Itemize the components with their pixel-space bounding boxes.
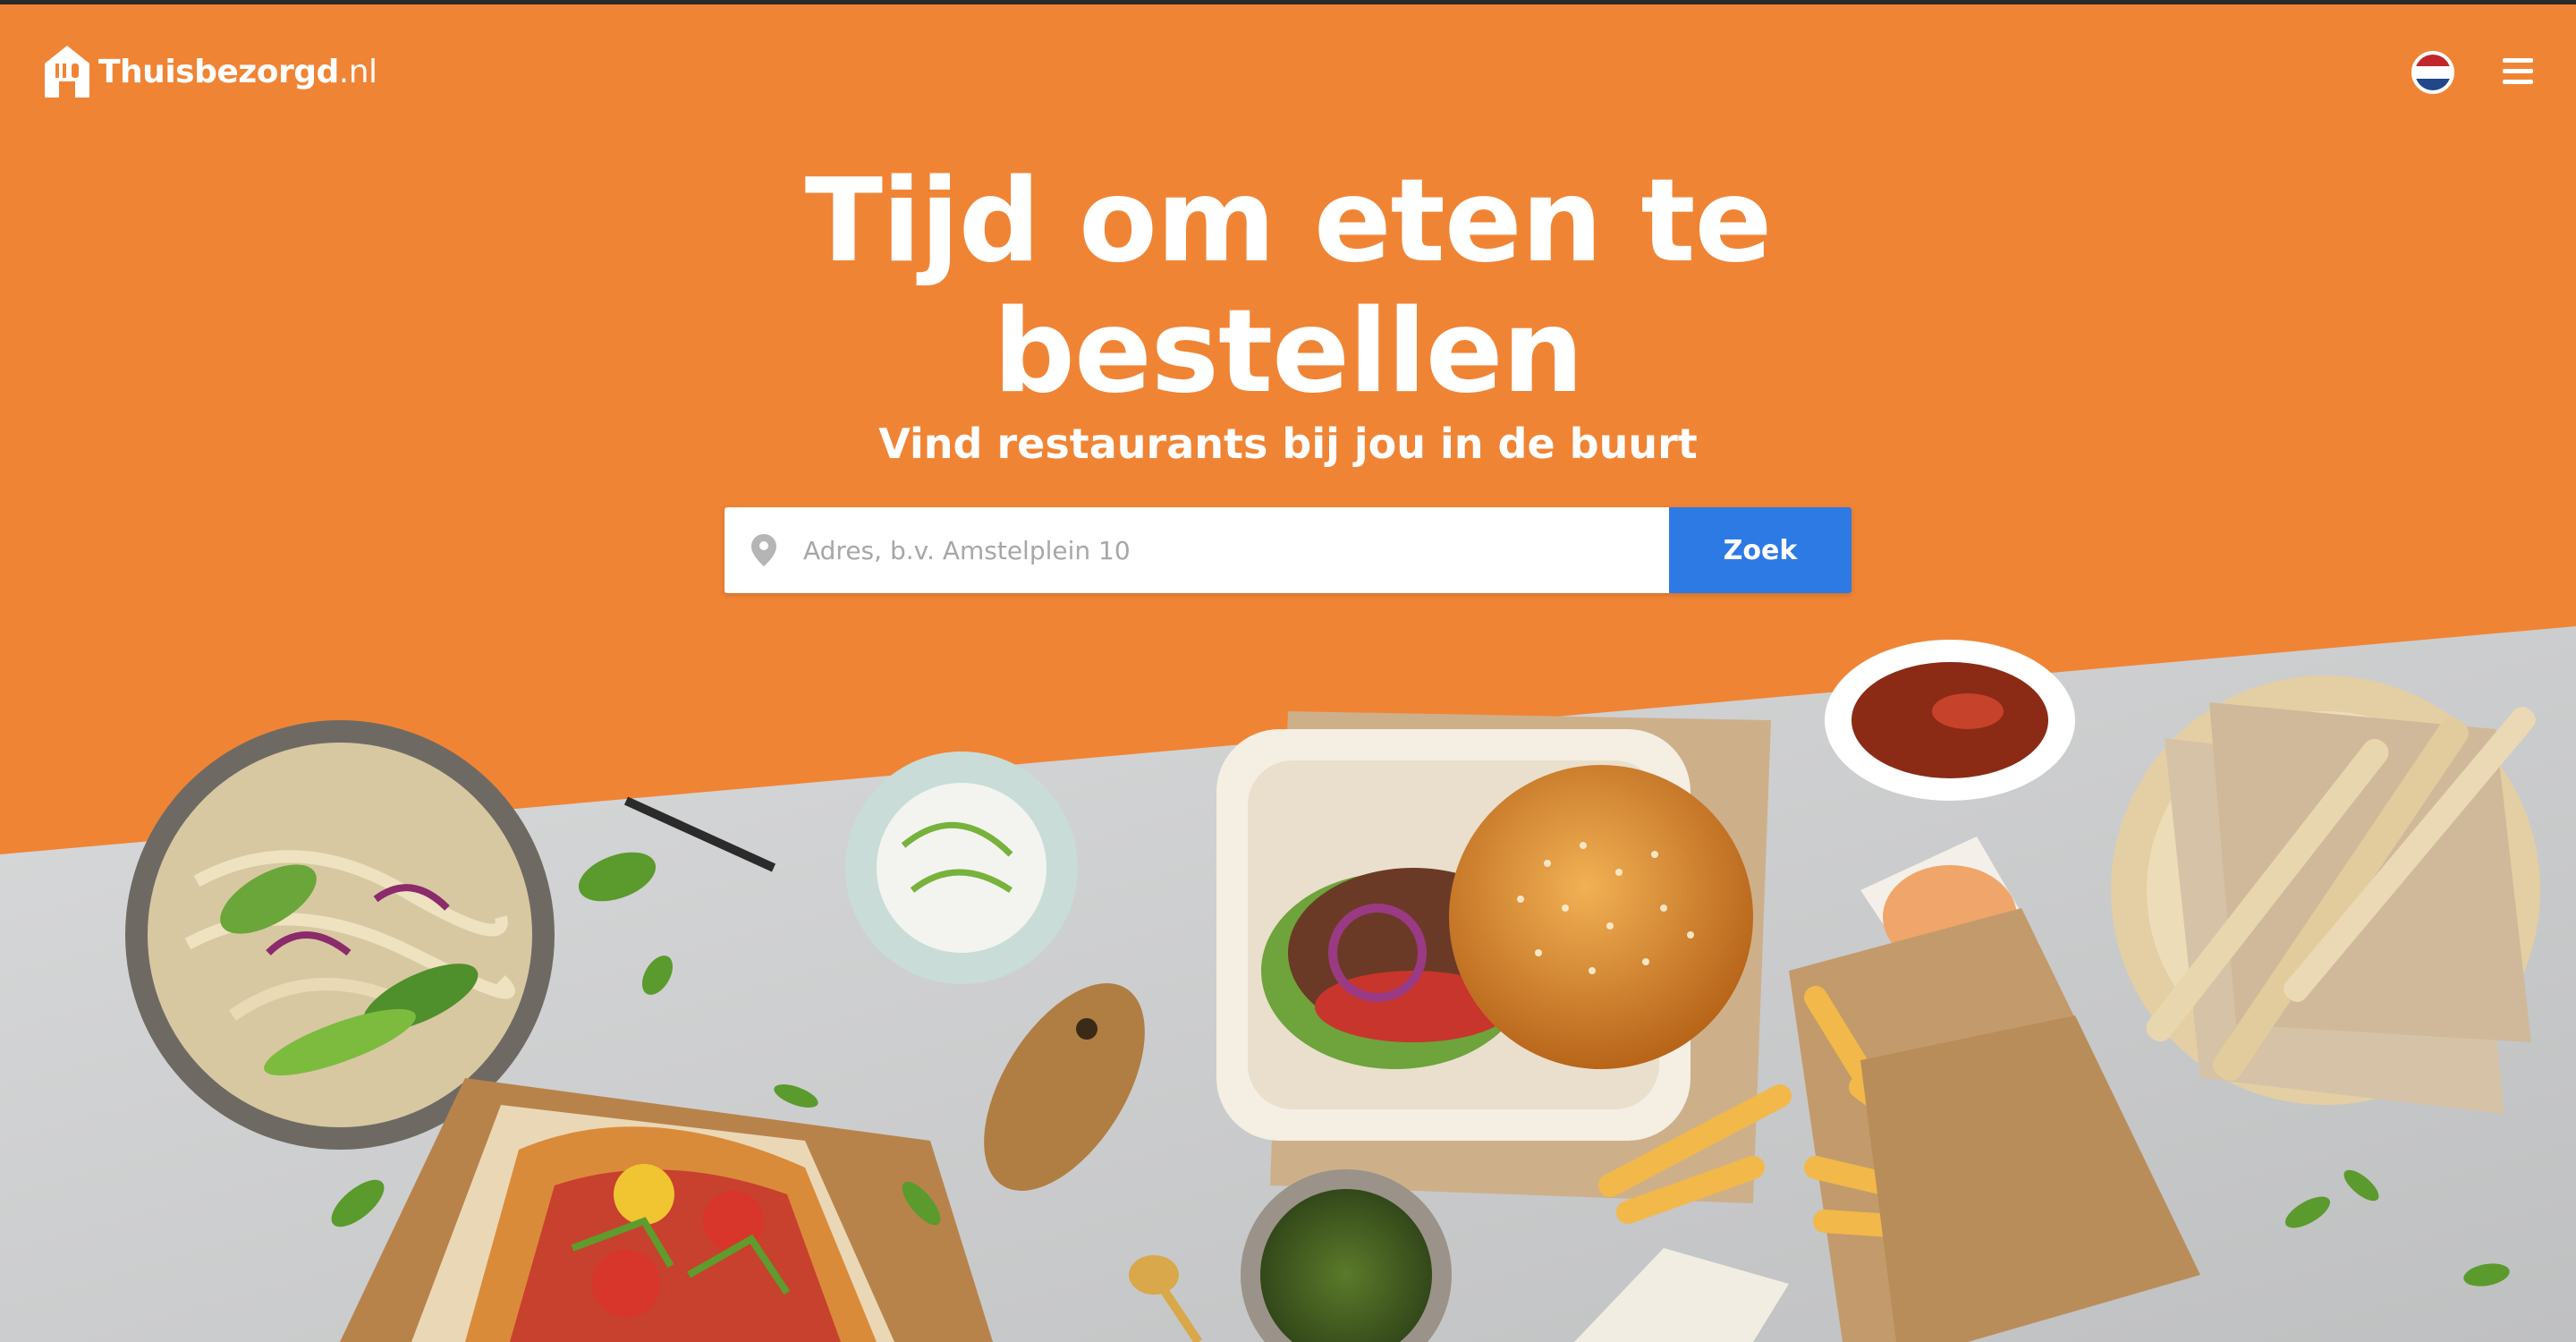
brand-logo[interactable]: Thuisbezorgd.nl bbox=[43, 44, 377, 99]
address-search-form: Zoek bbox=[724, 507, 1852, 593]
house-fork-knife-icon bbox=[45, 46, 89, 98]
hero-title-line-2: bestellen bbox=[993, 285, 1583, 419]
netherlands-flag-icon[interactable] bbox=[2411, 51, 2454, 94]
hero-title: Tijd om eten te bestellen bbox=[0, 157, 2576, 418]
search-button[interactable]: Zoek bbox=[1669, 507, 1852, 593]
brand-name: Thuisbezorgd.nl bbox=[98, 53, 377, 90]
location-pin-icon bbox=[751, 534, 776, 566]
landing-page: Thuisbezorgd.nl Tijd om eten te bestelle… bbox=[0, 4, 2576, 1342]
hamburger-menu-icon[interactable] bbox=[2503, 58, 2533, 85]
address-search-input[interactable] bbox=[803, 535, 1608, 565]
address-search-field[interactable] bbox=[724, 507, 1669, 593]
hero-title-line-1: Tijd om eten te bbox=[804, 155, 1773, 288]
hero-subtitle: Vind restaurants bij jou in de buurt bbox=[878, 420, 1698, 468]
